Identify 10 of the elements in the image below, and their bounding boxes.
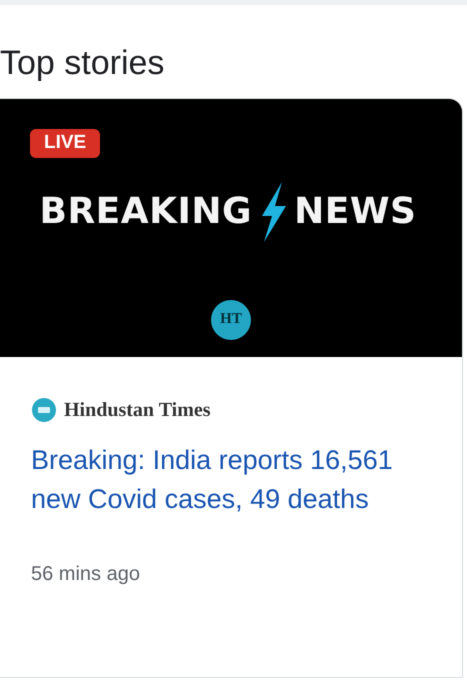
logo-badge: HT bbox=[211, 300, 251, 340]
news-text: NEWS bbox=[294, 190, 416, 234]
timestamp: 56 mins ago bbox=[31, 562, 141, 587]
publisher-logo-icon bbox=[32, 398, 56, 422]
story-card[interactable]: LIVE BREAKING NEWS HT Hindustan Times Breaking: India reports 16,561 new Covid cases, 49 deaths 56 mins ago bbox=[0, 98, 463, 678]
headline-link[interactable]: Breaking: India reports 16,561 new Covid cases, 49 deaths bbox=[31, 440, 406, 519]
breaking-text: BREAKING bbox=[40, 190, 252, 234]
publisher-name: Hindustan Times bbox=[64, 398, 211, 423]
section-title: Top stories bbox=[0, 43, 166, 84]
live-badge: LIVE bbox=[30, 128, 100, 158]
